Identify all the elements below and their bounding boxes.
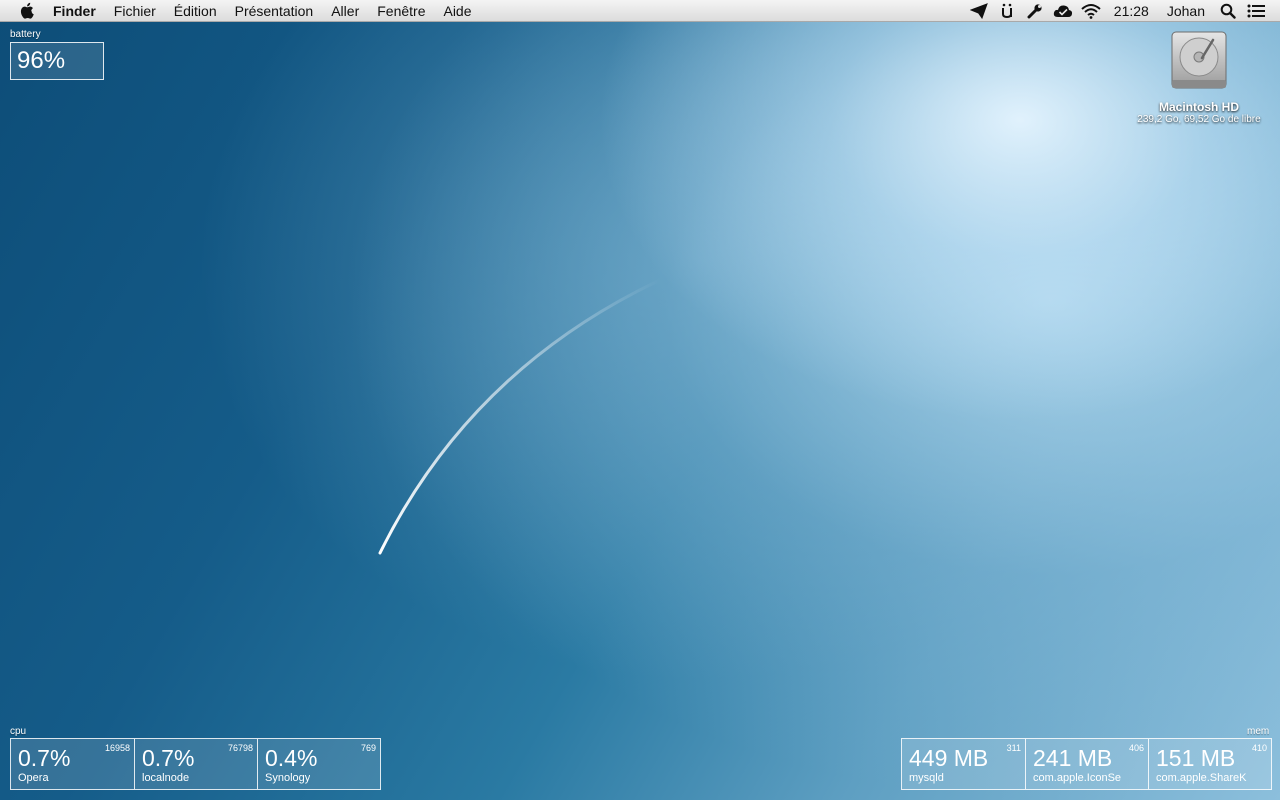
process-name: Opera [18,772,49,784]
mem-process-cell: 241 MB 406 com.apple.IconSe [1025,739,1148,789]
mem-usage-value: 449 MB [909,745,989,771]
hard-drive-icon[interactable] [1169,30,1229,92]
menu-presentation[interactable]: Présentation [226,0,323,22]
process-pid: 76798 [227,743,253,753]
hard-drive-info: 239,2 Go, 69,52 Go de libre [1137,114,1261,125]
cpu-usage-value: 0.7% [18,745,71,771]
mem-process-cell: 151 MB 410 com.apple.ShareK [1148,739,1271,789]
cpu-process-cell: 0.4% 769 Synology [257,739,380,789]
cpu-process-cell: 0.7% 76798 localnode [134,739,257,789]
process-name: mysqld [909,772,944,784]
process-pid: 406 [1128,743,1144,753]
process-pid: 410 [1251,743,1267,753]
menu-fichier[interactable]: Fichier [105,0,165,22]
hard-drive-name[interactable]: Macintosh HD [1159,100,1239,114]
mem-usage-value: 151 MB [1156,745,1236,771]
spotlight-search-icon[interactable] [1214,0,1242,22]
battery-widget-value: 96% [10,42,104,80]
process-pid: 769 [360,743,376,753]
u-umlaut-icon[interactable] [993,0,1021,22]
menu-aller[interactable]: Aller [322,0,368,22]
menu-fenetre[interactable]: Fenêtre [368,0,434,22]
cpu-usage-value: 0.4% [265,745,318,771]
process-name: com.apple.ShareK [1156,772,1247,784]
menubar-clock[interactable]: 21:28 [1105,0,1158,22]
process-name: localnode [142,772,190,784]
wallpaper-streak [378,278,662,555]
mem-widget-label: mem [1247,726,1270,737]
menubar-user[interactable]: Johan [1158,0,1214,22]
send-icon[interactable] [965,0,993,22]
menu-app-finder[interactable]: Finder [44,0,105,22]
cpu-usage-value: 0.7% [142,745,195,771]
mem-process-cell: 449 MB 311 mysqld [902,739,1025,789]
cpu-process-cell: 0.7% 16958 Opera [11,739,134,789]
battery-widget-label: battery [10,29,41,40]
mem-widget: 449 MB 311 mysqld 241 MB 406 com.apple.I… [901,738,1272,790]
wrench-icon[interactable] [1021,0,1049,22]
process-name: com.apple.IconSe [1033,772,1122,784]
desktop-hard-drive[interactable]: Macintosh HD 239,2 Go, 69,52 Go de libre [1128,30,1270,125]
apple-menu-icon[interactable] [8,0,44,22]
mem-usage-value: 241 MB [1033,745,1113,771]
process-pid: 16958 [104,743,130,753]
process-name: Synology [265,772,311,784]
cpu-widget-label: cpu [10,726,27,737]
menu-bar: Finder Fichier Édition Présentation Alle… [0,0,1280,22]
notification-center-icon[interactable] [1242,0,1270,22]
menu-aide[interactable]: Aide [434,0,480,22]
wifi-icon[interactable] [1077,0,1105,22]
cloud-check-icon[interactable] [1049,0,1077,22]
cpu-widget: 0.7% 16958 Opera 0.7% 76798 localnode 0.… [10,738,381,790]
menu-edition[interactable]: Édition [165,0,226,22]
process-pid: 311 [1006,743,1021,753]
